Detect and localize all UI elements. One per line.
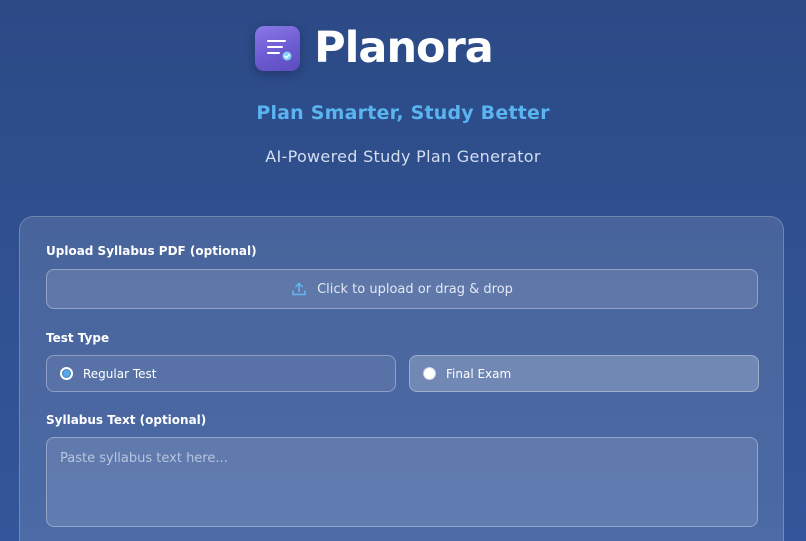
upload-dropzone[interactable]: Click to upload or drag & drop	[46, 269, 758, 309]
syllabus-textarea[interactable]	[46, 437, 758, 527]
subtitle: AI-Powered Study Plan Generator	[265, 147, 541, 166]
study-plan-form: Upload Syllabus PDF (optional) Click to …	[19, 216, 784, 541]
syllabus-text-label: Syllabus Text (optional)	[46, 413, 207, 427]
upload-text: Click to upload or drag & drop	[317, 281, 513, 297]
upload-label: Upload Syllabus PDF (optional)	[46, 244, 257, 258]
test-type-label: Test Type	[46, 331, 110, 345]
radio-final-exam-label: Final Exam	[446, 366, 512, 381]
tagline: Plan Smarter, Study Better	[256, 102, 550, 124]
list-check-icon	[255, 25, 301, 71]
brand-header: Planora	[0, 25, 806, 71]
brand-name: Planora	[314, 23, 494, 73]
radio-regular-test[interactable]: Regular Test	[46, 355, 396, 392]
upload-icon	[291, 281, 307, 297]
radio-final-exam[interactable]: Final Exam	[409, 355, 759, 392]
radio-selected-indicator	[60, 367, 73, 380]
radio-unselected-indicator	[423, 367, 436, 380]
radio-regular-test-label: Regular Test	[83, 366, 157, 381]
